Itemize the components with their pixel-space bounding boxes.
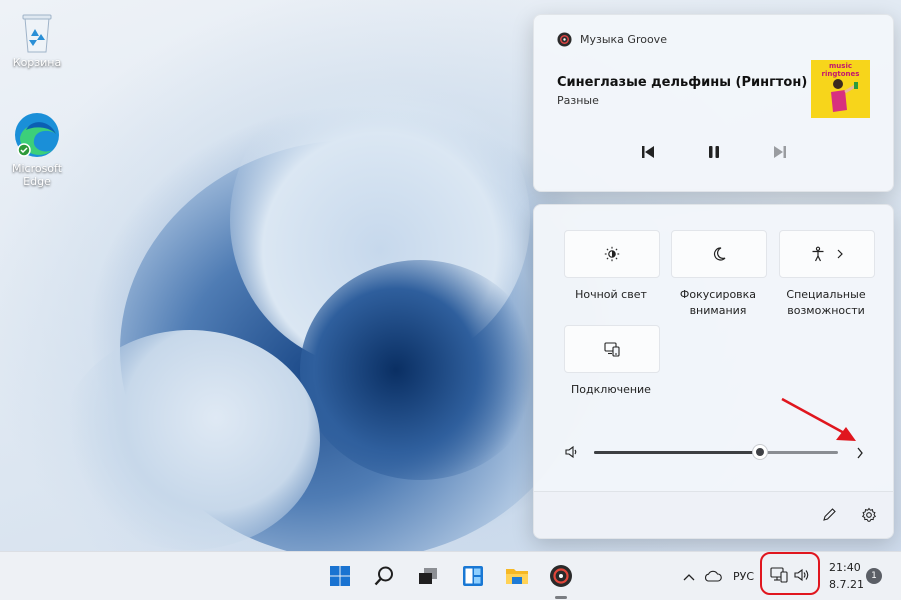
chevron-up-icon[interactable] bbox=[683, 572, 695, 582]
tile-connect[interactable] bbox=[564, 325, 660, 373]
tile-label: Ночной свет bbox=[575, 288, 647, 301]
brightness-icon bbox=[604, 246, 620, 262]
notification-badge[interactable]: 1 bbox=[866, 568, 882, 584]
edge-icon bbox=[15, 113, 59, 157]
media-flyout: Музыка Groove Синеглазые дельфины (Рингт… bbox=[533, 14, 894, 192]
desktop-icon-edge[interactable]: Microsoft Edge bbox=[7, 110, 67, 188]
start-button[interactable] bbox=[326, 562, 354, 590]
desktop-icon-label: Microsoft Edge bbox=[11, 162, 63, 188]
cast-icon bbox=[604, 342, 620, 357]
speaker-icon[interactable] bbox=[564, 444, 580, 460]
quick-settings-footer bbox=[534, 491, 893, 538]
album-art-figure-icon bbox=[831, 79, 858, 112]
previous-button[interactable] bbox=[634, 141, 662, 163]
previous-icon bbox=[642, 146, 654, 158]
chevron-right-icon bbox=[837, 249, 843, 259]
tile-label: Специальные возможности bbox=[786, 288, 866, 317]
settings-icon[interactable] bbox=[861, 507, 877, 523]
onedrive-icon[interactable] bbox=[704, 570, 722, 582]
media-artist: Разные bbox=[557, 94, 599, 107]
search-icon bbox=[374, 566, 393, 586]
task-view-button[interactable] bbox=[414, 562, 442, 590]
start-icon bbox=[330, 566, 350, 586]
next-icon bbox=[774, 146, 786, 158]
groove-music-button[interactable] bbox=[547, 562, 575, 590]
chevron-right-icon[interactable] bbox=[855, 446, 865, 460]
search-button[interactable] bbox=[370, 562, 398, 590]
widgets-button[interactable] bbox=[459, 562, 487, 590]
pause-button[interactable] bbox=[700, 141, 728, 163]
desktop-icon-label: Корзина bbox=[12, 56, 62, 69]
pause-icon bbox=[709, 146, 719, 158]
recycle-bin-icon bbox=[22, 14, 52, 53]
file-explorer-button[interactable] bbox=[503, 562, 531, 590]
clock-time[interactable]: 21:40 bbox=[829, 561, 861, 574]
tile-focus-assist[interactable] bbox=[671, 230, 767, 278]
desktop-icon-recycle-bin[interactable]: Корзина bbox=[7, 10, 67, 69]
accessibility-icon bbox=[812, 246, 824, 262]
clock-date[interactable]: 8.7.21 bbox=[829, 578, 864, 591]
tile-accessibility[interactable] bbox=[779, 230, 875, 278]
file-explorer-icon bbox=[506, 569, 528, 584]
media-track-title: Синеглазые дельфины (Рингтон) bbox=[557, 75, 808, 90]
groove-music-icon bbox=[557, 32, 572, 47]
volume-slider[interactable] bbox=[594, 445, 838, 459]
media-app-header: Музыка Groove bbox=[557, 32, 667, 47]
album-art: music ringtones bbox=[811, 60, 870, 118]
widgets-icon bbox=[463, 566, 483, 586]
volume-slider-fill bbox=[594, 451, 760, 454]
moon-icon bbox=[713, 247, 726, 261]
volume-row bbox=[564, 442, 864, 462]
language-indicator[interactable]: РУС bbox=[733, 570, 754, 583]
next-button[interactable] bbox=[766, 141, 794, 163]
groove-music-icon bbox=[550, 565, 572, 587]
tile-night-light[interactable] bbox=[564, 230, 660, 278]
edit-icon[interactable] bbox=[821, 507, 837, 523]
tile-label: Подключение bbox=[571, 383, 651, 396]
volume-slider-thumb[interactable] bbox=[752, 445, 767, 459]
media-app-name: Музыка Groove bbox=[580, 33, 667, 46]
tray-highlight-frame bbox=[760, 552, 820, 595]
tile-label: Фокусировка внимания bbox=[679, 288, 757, 317]
task-view-icon bbox=[419, 568, 437, 584]
quick-settings-flyout: Ночной свет Фокусировка внимания Специал… bbox=[533, 204, 894, 539]
